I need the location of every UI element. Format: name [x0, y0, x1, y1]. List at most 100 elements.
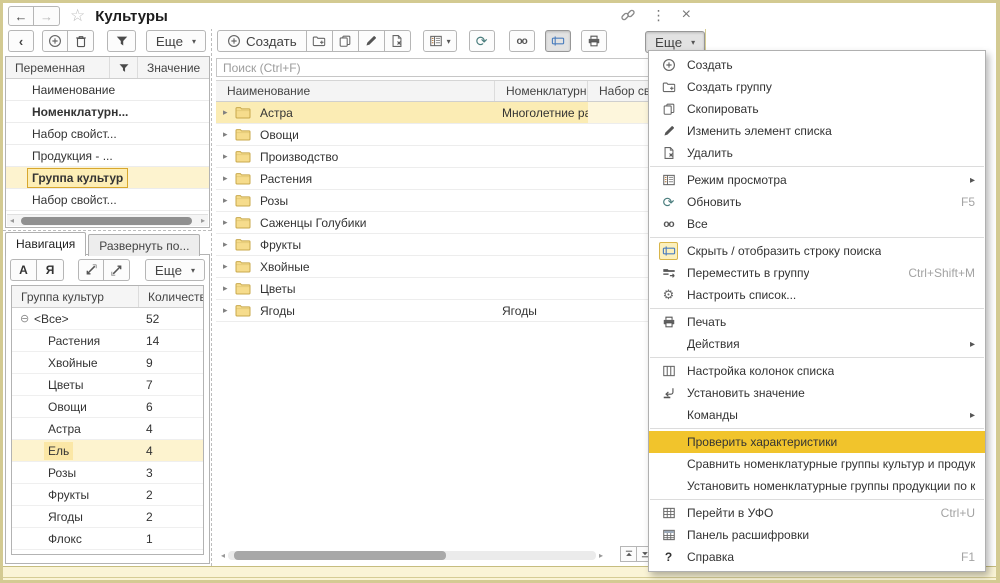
sort-asc-button[interactable]: А	[10, 259, 37, 281]
menu-item[interactable]: Настройка колонок списка	[649, 360, 985, 382]
list-row[interactable]: ▸Розы	[216, 190, 701, 212]
menu-item[interactable]: ⟳ Обновить F5	[649, 191, 985, 213]
edit-button[interactable]	[359, 30, 385, 52]
menu-item[interactable]: Действия ▸	[649, 333, 985, 355]
list-hscrollbar[interactable]: ◂ ▸	[218, 549, 606, 562]
expand-arrow-icon[interactable]: ▸	[223, 261, 235, 272]
list-row[interactable]: ▸Растения	[216, 168, 701, 190]
scroll-left-icon[interactable]: ◂	[218, 551, 228, 560]
kebab-menu-icon[interactable]: ⋮	[652, 7, 666, 24]
expand-arrow-icon[interactable]: ▸	[223, 305, 235, 316]
properties-row[interactable]: Номенклатурн...	[6, 101, 209, 123]
properties-row[interactable]: Наименование	[6, 79, 209, 101]
tab-expand-by[interactable]: Развернуть по...	[88, 234, 200, 256]
create-button[interactable]: Создать	[217, 30, 307, 52]
properties-row[interactable]: Набор свойст...	[6, 123, 209, 145]
nav-row[interactable]: Флокс 1	[12, 528, 203, 550]
scroll-thumb[interactable]	[21, 217, 192, 225]
properties-row[interactable]: Продукция - ...	[6, 145, 209, 167]
menu-item[interactable]: Панель расшифровки	[649, 524, 985, 546]
menu-item[interactable]: Сравнить номенклатурные группы культур и…	[649, 453, 985, 475]
scroll-track[interactable]	[17, 217, 198, 225]
list-row[interactable]: ▸Саженцы Голубики	[216, 212, 701, 234]
menu-item[interactable]: Переместить в группу Ctrl+Shift+M	[649, 262, 985, 284]
menu-item[interactable]: Команды ▸	[649, 404, 985, 426]
expand-arrow-icon[interactable]: ▸	[223, 217, 235, 228]
delete-button[interactable]	[385, 30, 411, 52]
list-row[interactable]: ▸Хвойные	[216, 256, 701, 278]
expand-arrow-icon[interactable]: ▸	[223, 151, 235, 162]
list-row[interactable]: ▸Цветы	[216, 278, 701, 300]
nav-row[interactable]: Ягоды 2	[12, 506, 203, 528]
menu-item[interactable]: Создать группу	[649, 76, 985, 98]
nav-row[interactable]: Розы 3	[12, 462, 203, 484]
column-header-value[interactable]: Значение	[138, 57, 209, 78]
expand-arrow-icon[interactable]: ▸	[223, 129, 235, 140]
nav-more-button[interactable]: Еще▾	[145, 259, 205, 281]
menu-item[interactable]: Создать	[649, 54, 985, 76]
nav-row[interactable]: Фрукты 2	[12, 484, 203, 506]
close-icon[interactable]: ×	[682, 6, 691, 24]
print-button[interactable]	[581, 30, 607, 52]
menu-item[interactable]: Установить номенклатурные группы продукц…	[649, 475, 985, 497]
search-input[interactable]	[216, 58, 700, 77]
view-mode-button[interactable]: ▾	[423, 30, 457, 52]
properties-row[interactable]: Группа культур	[6, 167, 209, 189]
nav-row[interactable]: Ель 4	[12, 440, 203, 462]
menu-item[interactable]: Удалить	[649, 142, 985, 164]
scroll-thumb[interactable]	[234, 551, 446, 560]
collapse-panel-button[interactable]: ‹	[8, 30, 34, 52]
menu-item[interactable]: Скопировать	[649, 98, 985, 120]
list-row[interactable]: ▸Астра Многолетние ра...	[216, 102, 701, 124]
nav-row[interactable]: Цветы 7	[12, 374, 203, 396]
menu-item[interactable]: Проверить характеристики	[649, 431, 985, 453]
filter-header-cell[interactable]	[110, 57, 138, 78]
scroll-right-icon[interactable]: ▸	[198, 216, 208, 225]
properties-hscrollbar[interactable]: ◂ ▸	[7, 214, 208, 226]
list-row[interactable]: ▸Овощи	[216, 124, 701, 146]
scroll-left-icon[interactable]: ◂	[7, 216, 17, 225]
menu-item[interactable]: Установить значение	[649, 382, 985, 404]
scroll-right-icon[interactable]: ▸	[596, 551, 606, 560]
copy-button[interactable]	[333, 30, 359, 52]
vertical-splitter[interactable]	[211, 28, 212, 566]
history-forward-button[interactable]: →	[34, 6, 60, 26]
menu-item[interactable]: ? Справка F1	[649, 546, 985, 568]
filter-button[interactable]	[107, 30, 136, 52]
expand-arrow-icon[interactable]: ▸	[223, 107, 235, 118]
add-row-button[interactable]	[42, 30, 68, 52]
menu-item[interactable]: oo Все	[649, 213, 985, 235]
expand-arrow-icon[interactable]: ▸	[223, 173, 235, 184]
column-header-group[interactable]: Группа культур	[12, 286, 139, 307]
menu-item[interactable]: Печать	[649, 311, 985, 333]
favorite-star-icon[interactable]: ☆	[70, 6, 85, 26]
properties-row[interactable]: Набор свойст...	[6, 189, 209, 211]
horizontal-splitter[interactable]	[3, 230, 211, 231]
refresh-button[interactable]: ⟳	[469, 30, 495, 52]
history-back-button[interactable]: ←	[8, 6, 34, 26]
nav-row[interactable]: Хвойные 9	[12, 352, 203, 374]
left-more-button[interactable]: Еще▾	[146, 30, 206, 52]
menu-item[interactable]: Изменить элемент списка	[649, 120, 985, 142]
menu-item[interactable]: Скрыть / отобразить строку поиска	[649, 240, 985, 262]
expand-arrow-icon[interactable]: ▸	[223, 283, 235, 294]
show-all-button[interactable]: oo	[509, 30, 535, 52]
collapse-all-button[interactable]	[78, 259, 104, 281]
nav-row[interactable]: ⊖<Все> 52	[12, 308, 203, 330]
tab-navigation[interactable]: Навигация	[5, 232, 86, 256]
menu-item[interactable]: Режим просмотра ▸	[649, 169, 985, 191]
nav-row[interactable]: Овощи 6	[12, 396, 203, 418]
create-group-button[interactable]	[307, 30, 333, 52]
expand-arrow-icon[interactable]: ▸	[223, 239, 235, 250]
list-row[interactable]: ▸Фрукты	[216, 234, 701, 256]
list-row[interactable]: ▸Производство	[216, 146, 701, 168]
list-row[interactable]: ▸Ягоды Ягоды	[216, 300, 701, 322]
search-toggle-button[interactable]	[545, 30, 571, 52]
menu-item[interactable]: ⚙ Настроить список...	[649, 284, 985, 306]
menu-item[interactable]: Перейти в УФО Ctrl+U	[649, 502, 985, 524]
expand-arrow-icon[interactable]: ▸	[223, 195, 235, 206]
tree-collapse-icon[interactable]: ⊖	[20, 312, 34, 325]
nav-row[interactable]: Растения 14	[12, 330, 203, 352]
column-header-count[interactable]: Количество	[139, 286, 203, 307]
delete-row-button[interactable]	[68, 30, 94, 52]
